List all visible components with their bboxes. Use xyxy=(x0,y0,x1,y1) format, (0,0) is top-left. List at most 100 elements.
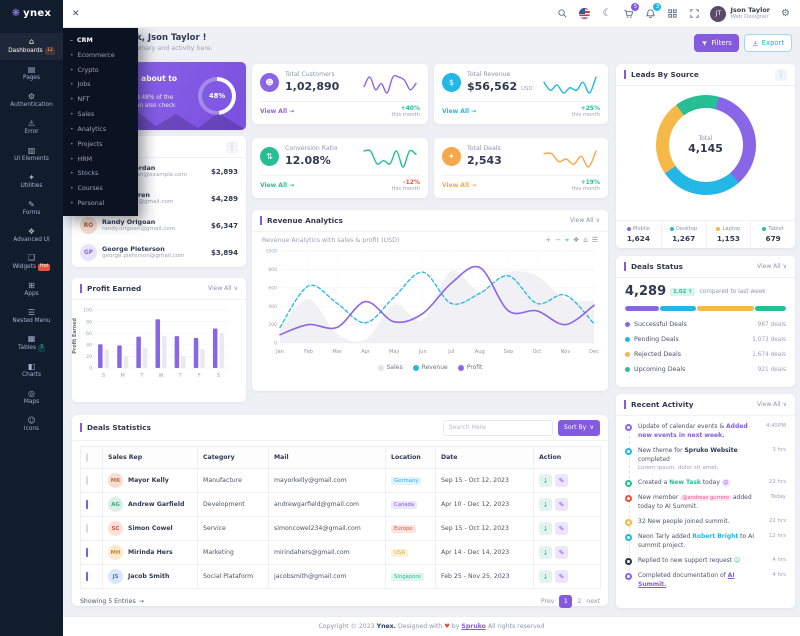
download-action-button[interactable]: ↓ xyxy=(539,546,552,559)
page-2-button[interactable]: 2 xyxy=(577,598,581,605)
search-input[interactable] xyxy=(443,420,553,436)
view-all-dropdown[interactable]: View All∨ xyxy=(757,401,787,408)
avatar: SC xyxy=(108,521,123,536)
select-all-checkbox[interactable] xyxy=(86,453,88,462)
next-page-button[interactable]: next xyxy=(586,598,600,605)
sidebar-item-maps[interactable]: ◎ Maps xyxy=(0,384,63,411)
view-all-dropdown[interactable]: View All∨ xyxy=(757,263,787,270)
download-action-button[interactable]: ↓ xyxy=(539,570,552,583)
sidebar-item-apps[interactable]: ⊞ Apps xyxy=(0,276,63,303)
download-action-button[interactable]: ↓ xyxy=(539,522,552,535)
menu-close-icon[interactable]: ✕ xyxy=(72,9,80,19)
pan-icon[interactable]: ❖ xyxy=(573,236,579,245)
view-all-link[interactable]: View All→ xyxy=(260,108,294,115)
fullscreen-icon[interactable] xyxy=(688,7,701,20)
export-button[interactable]: Export xyxy=(744,34,792,52)
activity-link[interactable]: Robert Bright xyxy=(692,533,738,540)
view-all-link[interactable]: View All→ xyxy=(442,182,476,189)
edit-action-button[interactable]: ✎ xyxy=(555,498,568,511)
legend-cell-tablet: Tablet 679 xyxy=(750,221,795,248)
table-row[interactable]: MHMirinda Hers Marketing mirindahers@gma… xyxy=(81,541,601,565)
sidebar-item-pages[interactable]: ▤ Pages xyxy=(0,60,63,87)
kebab-menu-icon[interactable]: ⋮ xyxy=(775,69,787,81)
row-checkbox[interactable] xyxy=(86,572,88,581)
svg-text:Oct: Oct xyxy=(533,349,542,355)
row-checkbox[interactable] xyxy=(86,500,88,509)
submenu-item-personal[interactable]: • Personal xyxy=(63,200,138,207)
language-flag-icon[interactable] xyxy=(578,7,591,20)
submenu-item-stocks[interactable]: • Stocks xyxy=(63,170,138,177)
download-action-button[interactable]: ↓ xyxy=(539,498,552,511)
zoom-out-icon[interactable]: − xyxy=(555,236,561,245)
submenu-item-nft[interactable]: • NFT xyxy=(63,96,138,103)
table-row[interactable]: MKMayor Kelly Manufacture mayorkelly@gma… xyxy=(81,469,601,493)
reset-home-icon[interactable]: ⌂ xyxy=(583,236,587,245)
submenu-item-ecommerce[interactable]: • Ecommerce xyxy=(63,52,138,59)
top-deal-row[interactable]: GP George Pietersongeorge.pieterson@gmai… xyxy=(72,239,246,266)
zoom-in-icon[interactable]: + xyxy=(545,236,551,245)
sidebar-item-authentication[interactable]: ⚙ Authentication xyxy=(0,87,63,114)
notifications-bell-icon[interactable]: 3 xyxy=(644,7,657,20)
revenue-sparkline xyxy=(542,71,600,97)
activity-link[interactable]: New Task xyxy=(669,479,701,486)
download-action-button[interactable]: ↓ xyxy=(539,474,552,487)
cart-icon[interactable]: 5 xyxy=(622,7,635,20)
edit-action-button[interactable]: ✎ xyxy=(555,474,568,487)
activity-link[interactable]: Added new events in next week. xyxy=(638,423,748,439)
filters-button[interactable]: Filters xyxy=(694,34,738,52)
row-checkbox[interactable] xyxy=(86,476,88,485)
sidebar-item-forms[interactable]: ✎ Forms xyxy=(0,195,63,222)
app-logo[interactable]: ❋ ynex xyxy=(0,0,63,28)
submenu-item-crypto[interactable]: • Crypto xyxy=(63,67,138,74)
sort-by-button[interactable]: Sort By∨ xyxy=(558,420,600,436)
sidebar-item-tables[interactable]: ▦ Tables 3 xyxy=(0,330,63,357)
search-icon[interactable] xyxy=(556,7,569,20)
sidebar-item-dashboards[interactable]: ⌂ Dashboards 12 xyxy=(0,33,63,60)
chart-menu-icon[interactable]: ☰ xyxy=(592,236,598,245)
sidebar-item-error[interactable]: ⚠ Error xyxy=(0,114,63,141)
sidebar-item-charts[interactable]: ◧ Charts xyxy=(0,357,63,384)
submenu-item-jobs[interactable]: • Jobs xyxy=(63,81,138,88)
activity-link[interactable]: AI Summit. xyxy=(638,572,735,588)
sidebar-item-nested-menu[interactable]: ☰ Nested Menu xyxy=(0,303,63,330)
submenu-item-courses[interactable]: • Courses xyxy=(63,185,138,192)
activity-link[interactable]: @andreas gurrero xyxy=(680,495,731,501)
edit-action-button[interactable]: ✎ xyxy=(555,546,568,559)
view-all-link[interactable]: View All→ xyxy=(442,108,476,115)
view-all-dropdown[interactable]: View All∨ xyxy=(570,217,600,224)
sidebar-item-icons[interactable]: ☺ Icons xyxy=(0,411,63,438)
table-row[interactable]: AGAndrew Garfield Development andrewgarf… xyxy=(81,493,601,517)
activity-link[interactable]: Spruko Website xyxy=(684,447,737,454)
user-menu[interactable]: JT Json Taylor Web Designer xyxy=(710,6,770,22)
view-all-dropdown[interactable]: View All∨ xyxy=(208,285,238,292)
kebab-menu-icon[interactable]: ⋮ xyxy=(226,141,238,153)
row-checkbox[interactable] xyxy=(86,548,88,557)
prev-page-button[interactable]: Prev xyxy=(541,598,555,605)
sidebar-item-utilities[interactable]: ✦ Utilities xyxy=(0,168,63,195)
view-all-link[interactable]: View All→ xyxy=(260,182,294,189)
row-checkbox[interactable] xyxy=(86,524,88,533)
svg-text:40: 40 xyxy=(86,343,92,349)
submenu-item-sales[interactable]: • Sales xyxy=(63,111,138,118)
svg-text:0: 0 xyxy=(274,341,277,347)
page-1-button[interactable]: 1 xyxy=(559,595,572,608)
activity-link[interactable]: ☺ xyxy=(734,557,740,564)
sidebar-item-widgets[interactable]: ❑ Widgets Hot xyxy=(0,249,63,276)
sidebar-item-advanced-ui[interactable]: ❖ Advanced UI xyxy=(0,222,63,249)
submenu-item-hrm[interactable]: • HRM xyxy=(63,156,138,163)
selection-zoom-icon[interactable]: ⌖ xyxy=(565,236,569,245)
table-row[interactable]: SCSimon Cowel Service simoncowel234@gmai… xyxy=(81,517,601,541)
submenu-item-crm[interactable]: – CRM xyxy=(63,37,138,44)
table-row[interactable]: JSJacob Smith Social Plataform jacobsmit… xyxy=(81,565,601,589)
dark-mode-icon[interactable]: ☾ xyxy=(600,7,613,20)
submenu-item-analytics[interactable]: • Analytics xyxy=(63,126,138,133)
submenu-item-projects[interactable]: • Projects xyxy=(63,141,138,148)
footer-vendor-link[interactable]: Spruko xyxy=(461,623,486,630)
settings-gear-icon[interactable]: ⚙ xyxy=(779,7,792,20)
top-deal-row[interactable]: RO Randy Origoanrandy.origoan@gmail.com … xyxy=(72,212,246,239)
edit-action-button[interactable]: ✎ xyxy=(555,522,568,535)
sidebar-item-ui-elements[interactable]: ▥ UI Elements xyxy=(0,141,63,168)
avatar: JS xyxy=(108,569,123,584)
apps-grid-icon[interactable] xyxy=(666,7,679,20)
edit-action-button[interactable]: ✎ xyxy=(555,570,568,583)
